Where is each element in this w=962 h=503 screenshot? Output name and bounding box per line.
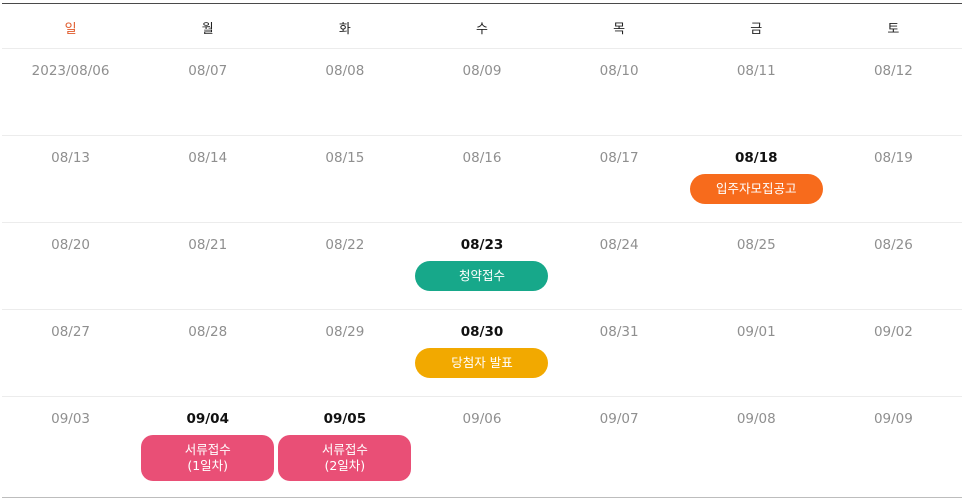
event-badge[interactable]: 청약접수 bbox=[415, 261, 549, 291]
calendar-day[interactable]: 09/05 서류접수 (2일차) bbox=[276, 397, 413, 495]
event-badge[interactable]: 당첨자 발표 bbox=[415, 348, 549, 378]
day-date: 08/07 bbox=[188, 63, 228, 79]
calendar-day[interactable]: 08/19 bbox=[825, 136, 962, 222]
calendar-day[interactable]: 08/10 bbox=[551, 49, 688, 135]
calendar-day[interactable]: 08/21 bbox=[139, 223, 276, 309]
day-date: 08/29 bbox=[325, 324, 365, 340]
calendar-day[interactable]: 08/26 bbox=[825, 223, 962, 309]
day-date: 08/09 bbox=[462, 63, 502, 79]
day-date: 08/13 bbox=[51, 150, 91, 166]
calendar-day[interactable]: 08/09 bbox=[413, 49, 550, 135]
calendar-day[interactable]: 08/27 bbox=[2, 310, 139, 396]
calendar-day[interactable]: 08/30 당첨자 발표 bbox=[413, 310, 550, 396]
day-date: 08/17 bbox=[599, 150, 639, 166]
day-date: 08/23 bbox=[460, 237, 504, 253]
day-date: 08/24 bbox=[599, 237, 639, 253]
day-date: 09/01 bbox=[736, 324, 776, 340]
calendar-day[interactable]: 08/08 bbox=[276, 49, 413, 135]
calendar-day[interactable]: 09/02 bbox=[825, 310, 962, 396]
weekday-tue: 화 bbox=[338, 22, 351, 37]
calendar-day[interactable]: 09/09 bbox=[825, 397, 962, 495]
day-date: 09/04 bbox=[186, 411, 229, 427]
day-date: 09/06 bbox=[462, 411, 502, 427]
day-date: 08/20 bbox=[51, 237, 91, 253]
day-date: 08/31 bbox=[599, 324, 639, 340]
calendar-day[interactable]: 08/12 bbox=[825, 49, 962, 135]
day-date: 08/27 bbox=[51, 324, 91, 340]
calendar-week: 09/03 09/04 서류접수 (1일차) 09/05 서류접수 (2일차) 09/06… bbox=[2, 397, 962, 495]
day-date: 08/16 bbox=[462, 150, 502, 166]
day-date: 09/09 bbox=[873, 411, 913, 427]
calendar-day[interactable]: 08/15 bbox=[276, 136, 413, 222]
weekday-wed: 수 bbox=[476, 22, 488, 37]
weekday-sun: 일 bbox=[64, 22, 77, 37]
calendar-day[interactable]: 08/07 bbox=[139, 49, 276, 135]
weekday-header: 일 월 화 수 목 금 토 bbox=[2, 4, 962, 49]
calendar-day[interactable]: 08/11 bbox=[688, 49, 825, 135]
calendar-day[interactable]: 08/18 입주자모집공고 bbox=[688, 136, 825, 222]
day-date: 09/02 bbox=[873, 324, 913, 340]
day-date: 08/21 bbox=[188, 237, 228, 253]
event-badge[interactable]: 서류접수 (1일차) bbox=[141, 435, 275, 481]
day-date: 08/12 bbox=[873, 63, 913, 79]
calendar-day[interactable]: 08/16 bbox=[413, 136, 550, 222]
calendar-day[interactable]: 09/03 bbox=[2, 397, 139, 495]
day-date: 08/30 bbox=[460, 324, 504, 340]
day-date: 08/08 bbox=[325, 63, 365, 79]
calendar-day[interactable]: 08/28 bbox=[139, 310, 276, 396]
calendar-body: 2023/08/06 08/07 08/08 08/09 08/10 08/11 08/12… bbox=[2, 49, 962, 495]
calendar-day[interactable]: 08/13 bbox=[2, 136, 139, 222]
calendar-day[interactable]: 08/25 bbox=[688, 223, 825, 309]
calendar-day[interactable]: 09/07 bbox=[551, 397, 688, 495]
day-date: 08/22 bbox=[325, 237, 365, 253]
weekday-fri: 금 bbox=[750, 22, 763, 37]
calendar-day[interactable]: 08/23 청약접수 bbox=[413, 223, 550, 309]
event-badge[interactable]: 입주자모집공고 bbox=[689, 174, 823, 204]
day-date: 08/28 bbox=[188, 324, 228, 340]
calendar-day[interactable]: 09/06 bbox=[413, 397, 550, 495]
calendar-week: 2023/08/06 08/07 08/08 08/09 08/10 08/11 08/12 bbox=[2, 49, 962, 136]
day-date: 09/05 bbox=[323, 411, 367, 427]
calendar-day[interactable]: 08/17 bbox=[551, 136, 688, 222]
event-badge[interactable]: 서류접수 (2일차) bbox=[278, 435, 412, 481]
day-date: 08/18 bbox=[735, 150, 778, 166]
calendar-day[interactable]: 08/31 bbox=[551, 310, 688, 396]
day-date: 08/19 bbox=[873, 150, 913, 166]
day-date: 08/26 bbox=[873, 237, 913, 253]
calendar-day[interactable]: 08/22 bbox=[276, 223, 413, 309]
calendar-week: 08/27 08/28 08/29 08/30 당첨자 발표 08/31 09/01 09/0… bbox=[2, 310, 962, 397]
weekday-sat: 토 bbox=[887, 22, 900, 37]
calendar-day[interactable]: 09/08 bbox=[688, 397, 825, 495]
calendar-week: 08/13 08/14 08/15 08/16 08/17 08/18 입주자모집공고 08/… bbox=[2, 136, 962, 223]
day-date: 08/11 bbox=[736, 63, 776, 79]
weekday-thu: 목 bbox=[613, 22, 626, 37]
calendar-week: 08/20 08/21 08/22 08/23 청약접수 08/24 08/25 08/26 bbox=[2, 223, 962, 310]
calendar-day[interactable]: 08/24 bbox=[551, 223, 688, 309]
day-date: 2023/08/06 bbox=[31, 63, 110, 79]
calendar-day[interactable]: 08/29 bbox=[276, 310, 413, 396]
day-date: 08/10 bbox=[599, 63, 639, 79]
day-date: 09/08 bbox=[736, 411, 776, 427]
day-date: 08/14 bbox=[188, 150, 228, 166]
calendar-day[interactable]: 08/20 bbox=[2, 223, 139, 309]
calendar-day[interactable]: 08/14 bbox=[139, 136, 276, 222]
day-date: 09/03 bbox=[51, 411, 91, 427]
calendar: 일 월 화 수 목 금 토 2023/08/06 08/07 08/08 08/09 0… bbox=[2, 3, 962, 498]
weekday-mon: 월 bbox=[201, 22, 214, 37]
day-date: 08/15 bbox=[325, 150, 365, 166]
calendar-day[interactable]: 09/04 서류접수 (1일차) bbox=[139, 397, 276, 495]
day-date: 09/07 bbox=[599, 411, 639, 427]
calendar-day[interactable]: 2023/08/06 bbox=[2, 49, 139, 135]
calendar-day[interactable]: 09/01 bbox=[688, 310, 825, 396]
day-date: 08/25 bbox=[736, 237, 776, 253]
